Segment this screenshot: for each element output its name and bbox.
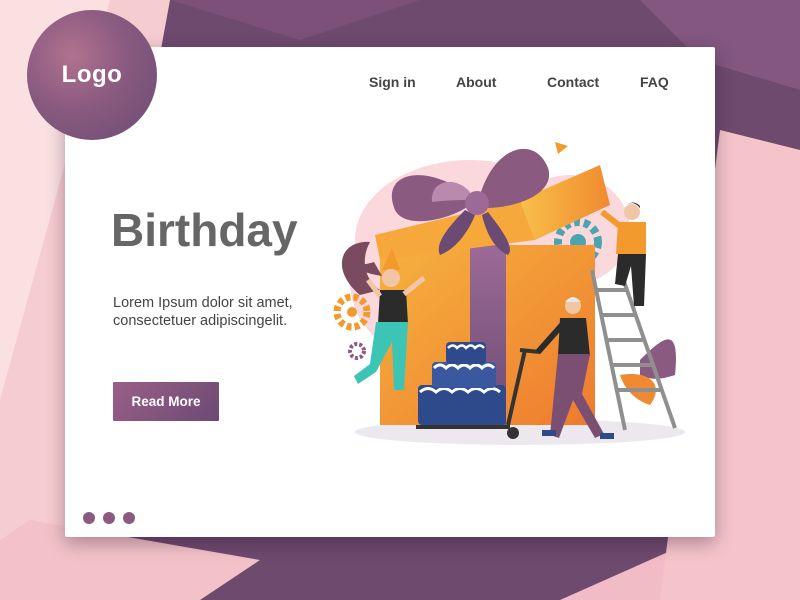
- gear-small-icon: [348, 342, 366, 360]
- triangle-confetti: [555, 142, 568, 154]
- read-more-button[interactable]: Read More: [113, 382, 219, 421]
- logo-text: Logo: [61, 61, 123, 88]
- logo-circle[interactable]: Logo: [27, 10, 157, 140]
- hero-description: Lorem Ipsum dolor sit amet, consectetuer…: [113, 294, 343, 330]
- pagination-dot-3[interactable]: [123, 512, 135, 524]
- hero-description-line-2: consectetuer adipiscingelit.: [113, 313, 288, 329]
- hero-title: Birthday: [111, 204, 298, 256]
- birthday-gift-illustration: [333, 142, 685, 445]
- hero-description-line-1: Lorem Ipsum dolor sit amet,: [113, 295, 293, 311]
- pagination-dot-2[interactable]: [103, 512, 115, 524]
- nav-sign-in[interactable]: Sign in: [369, 74, 416, 90]
- nav-faq[interactable]: FAQ: [640, 74, 669, 90]
- nav-contact[interactable]: Contact: [547, 74, 599, 90]
- pagination-dot-1[interactable]: [83, 512, 95, 524]
- nav-about[interactable]: About: [456, 74, 496, 90]
- pagination-dots: [83, 512, 135, 524]
